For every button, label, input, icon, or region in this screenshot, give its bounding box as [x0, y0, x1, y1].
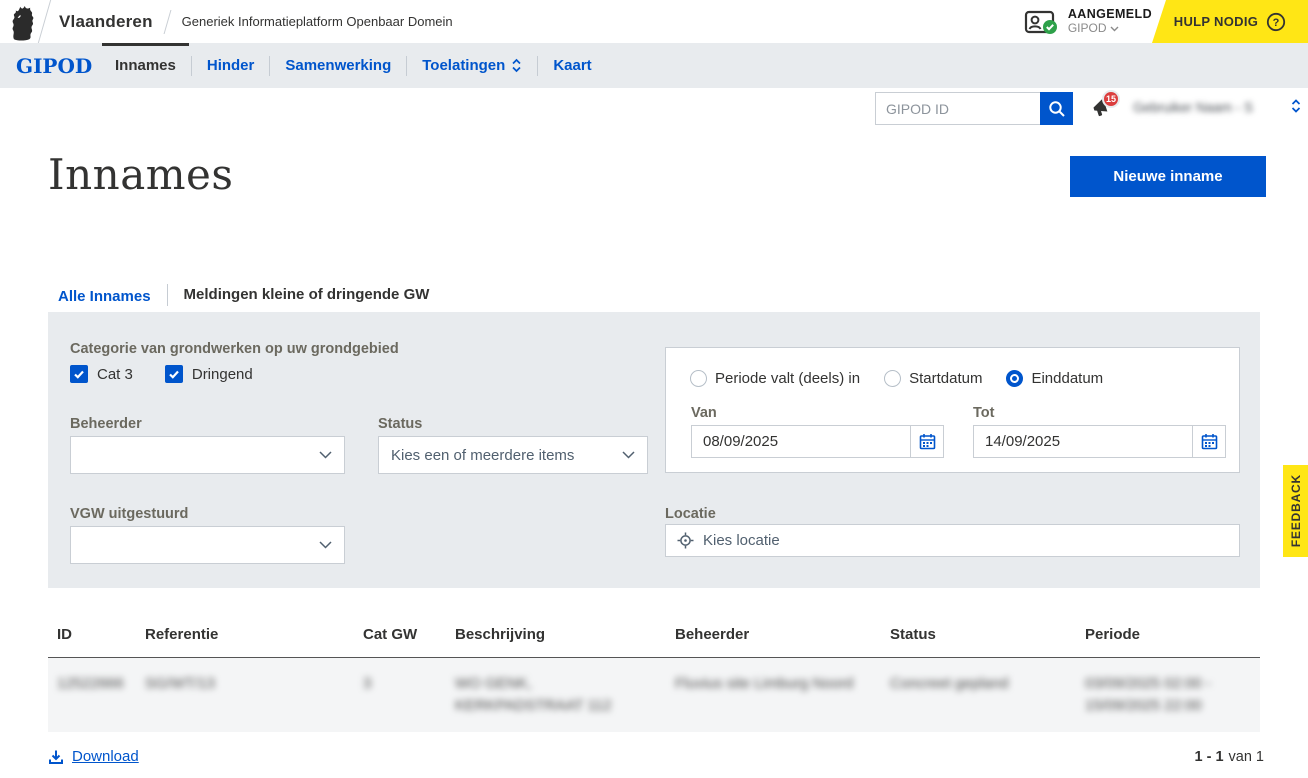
col-id: ID	[48, 618, 136, 657]
page-total: van 1	[1229, 749, 1264, 765]
tot-label: Tot	[973, 405, 994, 421]
global-header: Vlaanderen Generiek Informatieplatform O…	[0, 0, 1308, 43]
login-status[interactable]: AANGEMELD GIPOD	[1024, 0, 1152, 43]
gipod-logo[interactable]: GIPOD	[16, 43, 92, 88]
download-icon	[48, 749, 64, 765]
status-label: Status	[378, 416, 422, 432]
search-input[interactable]	[875, 92, 1040, 125]
vgw-select[interactable]	[70, 526, 345, 564]
beheerder-select[interactable]	[70, 436, 345, 474]
cell-beheerder: Fluvius site Limburg Noord	[666, 658, 881, 732]
svg-text:?: ?	[1273, 17, 1280, 29]
chevron-down-icon	[622, 451, 635, 459]
table-row[interactable]: 12522666 SG/WT/13 3 WO GENK, KERKPADSTRA…	[48, 658, 1260, 732]
col-beheerder: Beheerder	[666, 618, 881, 657]
help-button[interactable]: HULP NODIG ?	[1152, 0, 1308, 43]
user-name[interactable]: Gebruiker Naam - Stad Gent	[1133, 100, 1253, 115]
page-range: 1 - 1	[1195, 749, 1224, 765]
col-cat-gw: Cat GW	[354, 618, 446, 657]
chevron-down-icon	[1110, 26, 1119, 32]
feedback-button[interactable]: FEEDBACK	[1283, 465, 1308, 557]
status-select[interactable]: Kies een of meerdere items	[378, 436, 648, 474]
cell-cat-gw: 3	[354, 658, 446, 732]
locatie-label: Locatie	[665, 506, 716, 522]
tot-calendar-button[interactable]	[1192, 426, 1225, 457]
radio-off-icon	[884, 370, 901, 387]
header-divider	[163, 10, 171, 34]
chevron-down-icon	[319, 451, 332, 459]
search-icon	[1048, 100, 1066, 118]
checkbox-checked-icon	[70, 365, 88, 383]
col-beschrijving: Beschrijving	[446, 618, 666, 657]
site-title: Generiek Informatieplatform Openbaar Dom…	[182, 14, 453, 29]
download-link[interactable]: Download	[48, 748, 139, 765]
tot-date-input[interactable]	[974, 426, 1192, 457]
nav-item-toelatingen[interactable]: Toelatingen	[407, 43, 537, 88]
gipod-id-search	[875, 92, 1073, 125]
radio-off-icon	[690, 370, 707, 387]
van-date-input[interactable]	[692, 426, 910, 457]
col-referentie: Referentie	[136, 618, 354, 657]
status-placeholder: Kies een of meerdere items	[391, 447, 622, 464]
help-label: HULP NODIG	[1174, 14, 1258, 29]
checkbox-dringend[interactable]: Dringend	[165, 365, 253, 383]
location-target-icon	[677, 532, 694, 549]
page-title: Innames	[48, 150, 233, 199]
calendar-icon	[919, 433, 936, 450]
flanders-lion-icon	[8, 5, 38, 41]
feedback-label: FEEDBACK	[1289, 474, 1303, 547]
cell-periode: 03/09/2025 02:00 - 15/09/2025 22:00	[1076, 658, 1260, 732]
pagination: 1 - 1 van 1	[1195, 749, 1265, 765]
col-status: Status	[881, 618, 1076, 657]
vgw-label: VGW uitgestuurd	[70, 506, 188, 522]
brand-name[interactable]: Vlaanderen	[59, 12, 153, 32]
download-label: Download	[72, 748, 139, 765]
calendar-icon	[1201, 433, 1218, 450]
van-calendar-button[interactable]	[910, 426, 943, 457]
cell-id: 12522666	[48, 658, 136, 732]
filter-panel: Categorie van grondwerken op uw grondgeb…	[48, 312, 1260, 588]
checkbox-checked-icon	[165, 365, 183, 383]
table-header-row: ID Referentie Cat GW Beschrijving Beheer…	[48, 618, 1260, 658]
nav-item-kaart[interactable]: Kaart	[538, 43, 606, 88]
tot-date-field	[973, 425, 1226, 458]
radio-einddatum[interactable]: Einddatum	[1006, 370, 1103, 387]
radio-periode-valt-in[interactable]: Periode valt (deels) in	[690, 370, 860, 387]
checkbox-cat3[interactable]: Cat 3	[70, 365, 133, 383]
cell-status: Concreet gepland	[881, 658, 1076, 732]
cell-beschrijving: WO GENK, KERKPADSTRAAT 112	[446, 658, 666, 732]
radio-startdatum[interactable]: Startdatum	[884, 370, 982, 387]
signed-in-label: AANGEMELD	[1068, 7, 1152, 21]
nav-item-innames[interactable]: Innames	[100, 43, 191, 88]
tab-alle-innames[interactable]: Alle Innames	[48, 282, 167, 316]
innames-table: ID Referentie Cat GW Beschrijving Beheer…	[48, 618, 1260, 732]
locatie-input[interactable]: Kies locatie	[665, 524, 1240, 557]
col-periode: Periode	[1076, 618, 1260, 657]
user-menu-chevrons-icon[interactable]	[1290, 98, 1302, 114]
nav-item-hinder[interactable]: Hinder	[192, 43, 270, 88]
chevron-down-icon	[319, 541, 332, 549]
cell-referentie: SG/WT/13	[136, 658, 354, 732]
notifications-button[interactable]: 15	[1090, 96, 1116, 122]
van-date-field	[691, 425, 944, 458]
account-label: GIPOD	[1068, 22, 1107, 36]
search-button[interactable]	[1040, 92, 1073, 125]
period-filter-box: Periode valt (deels) in Startdatum Eindd…	[665, 347, 1240, 473]
beheerder-label: Beheerder	[70, 416, 142, 432]
table-footer: Download 1 - 1 van 1	[48, 748, 1264, 765]
chevron-up-down-icon	[511, 58, 522, 73]
notification-badge: 15	[1102, 90, 1120, 108]
main-navigation: GIPOD Innames Hinder Samenwerking Toelat…	[0, 43, 1308, 88]
locatie-placeholder: Kies locatie	[703, 532, 780, 549]
category-filter-label: Categorie van grondwerken op uw grondgeb…	[70, 341, 399, 357]
nav-item-samenwerking[interactable]: Samenwerking	[270, 43, 406, 88]
nieuwe-inname-button[interactable]: Nieuwe inname	[1070, 156, 1266, 197]
radio-on-icon	[1006, 370, 1023, 387]
header-divider	[38, 0, 51, 43]
van-label: Van	[691, 405, 717, 421]
id-badge-icon	[1024, 8, 1060, 36]
question-circle-icon: ?	[1266, 12, 1286, 32]
